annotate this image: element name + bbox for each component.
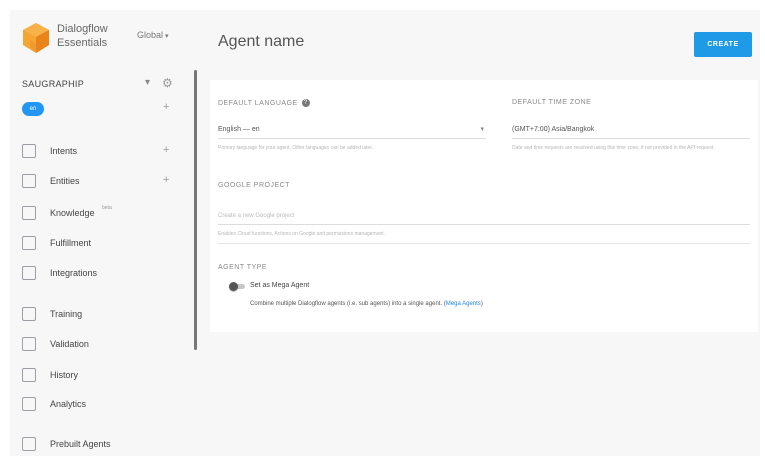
sidebar-item-label: Integrations [50,268,98,278]
mega-agent-toggle[interactable] [229,282,245,291]
dialogflow-logo-icon [23,23,49,53]
language-row: en + [22,100,182,118]
sidebar-item-integrations[interactable]: Integrations [22,264,187,284]
mega-agent-toggle-label[interactable]: Set as Mega Agent [250,282,309,289]
bolt-icon [22,236,36,250]
sidebar-item-label: Training [50,309,83,319]
sidebar-scrollbar[interactable] [194,70,197,350]
sidebar-item-intents[interactable]: Intents + [22,142,187,162]
sidebar-item-fulfillment[interactable]: Fulfillment [22,234,187,254]
graduation-cap-icon [22,307,36,321]
default-timezone-hint: Date and time requests are resolved usin… [512,145,715,151]
toggle-knob [229,282,238,291]
help-icon[interactable]: ? [301,99,310,107]
mega-agent-description: Combine multiple Dialogflow agents (i.e.… [250,301,483,307]
google-project-label: GOOGLE PROJECT [218,182,290,189]
sidebar-item-label: Prebuilt Agents [50,439,111,449]
sidebar-item-label: History [50,370,79,380]
chart-icon [22,397,36,411]
sidebar-item-prebuilt-agents[interactable]: Prebuilt Agents [22,435,187,455]
hierarchy-icon [22,174,36,188]
page-title[interactable]: Agent name [218,33,304,51]
book-icon [22,206,36,220]
sidebar-item-label: Entities [50,176,80,186]
dropdown-arrow-icon: ▾ [480,126,484,133]
language-badge[interactable]: en [22,102,44,116]
agent-name: SAUGRAPHIP [22,79,85,89]
sidebar-item-analytics[interactable]: Analytics [22,395,187,415]
brand-name: Dialogflow Essentials [57,23,108,49]
agent-type-label: AGENT TYPE [218,264,268,271]
default-language-select[interactable]: English — en ▾ [218,123,486,139]
sidebar-item-label: Intents [50,146,78,156]
sidebar-item-history[interactable]: History [22,366,187,386]
chevron-down-icon[interactable]: ▾ [145,77,150,88]
google-project-select[interactable]: Create a new Google project [218,209,750,225]
checklist-icon [22,337,36,351]
create-button[interactable]: CREATE [694,32,752,57]
default-timezone-label: DEFAULT TIME ZONE [512,99,592,106]
sidebar-item-label: Analytics [50,399,87,409]
sidebar-item-knowledge[interactable]: Knowledge beta [22,204,187,224]
mega-agents-link[interactable]: Mega Agents [446,301,481,307]
google-project-hint: Enables Cloud functions, Actions on Goog… [218,231,750,244]
sidebar-item-label: Knowledge [50,208,95,218]
chevron-down-icon: ▾ [165,33,169,40]
add-language-icon[interactable]: + [163,101,169,113]
default-timezone-select[interactable]: (GMT+7:00) Asia/Bangkok [512,123,750,139]
clock-icon [22,368,36,382]
sidebar-item-entities[interactable]: Entities + [22,172,187,192]
region-selector[interactable]: Global ▾ [137,30,169,40]
default-language-label: DEFAULT LANGUAGE? [218,99,310,107]
chat-bubble-icon [22,144,36,158]
sidebar-item-label: Validation [50,339,89,349]
beta-badge: beta [102,205,112,211]
sidebar-item-validation[interactable]: Validation [22,335,187,355]
sidebar-item-training[interactable]: Training [22,305,187,325]
add-icon[interactable]: + [163,144,169,156]
gear-icon[interactable]: ⚙ [162,76,173,90]
integrations-icon [22,266,36,280]
add-icon[interactable]: + [163,174,169,186]
agent-selector[interactable]: SAUGRAPHIP ▾ ⚙ [22,76,182,95]
prebuilt-icon [22,437,36,451]
brand[interactable]: Dialogflow Essentials Global ▾ [22,20,192,60]
default-language-hint: Primary language for your agent. Other l… [218,145,374,151]
settings-card [210,80,758,332]
sidebar-item-label: Fulfillment [50,238,92,248]
